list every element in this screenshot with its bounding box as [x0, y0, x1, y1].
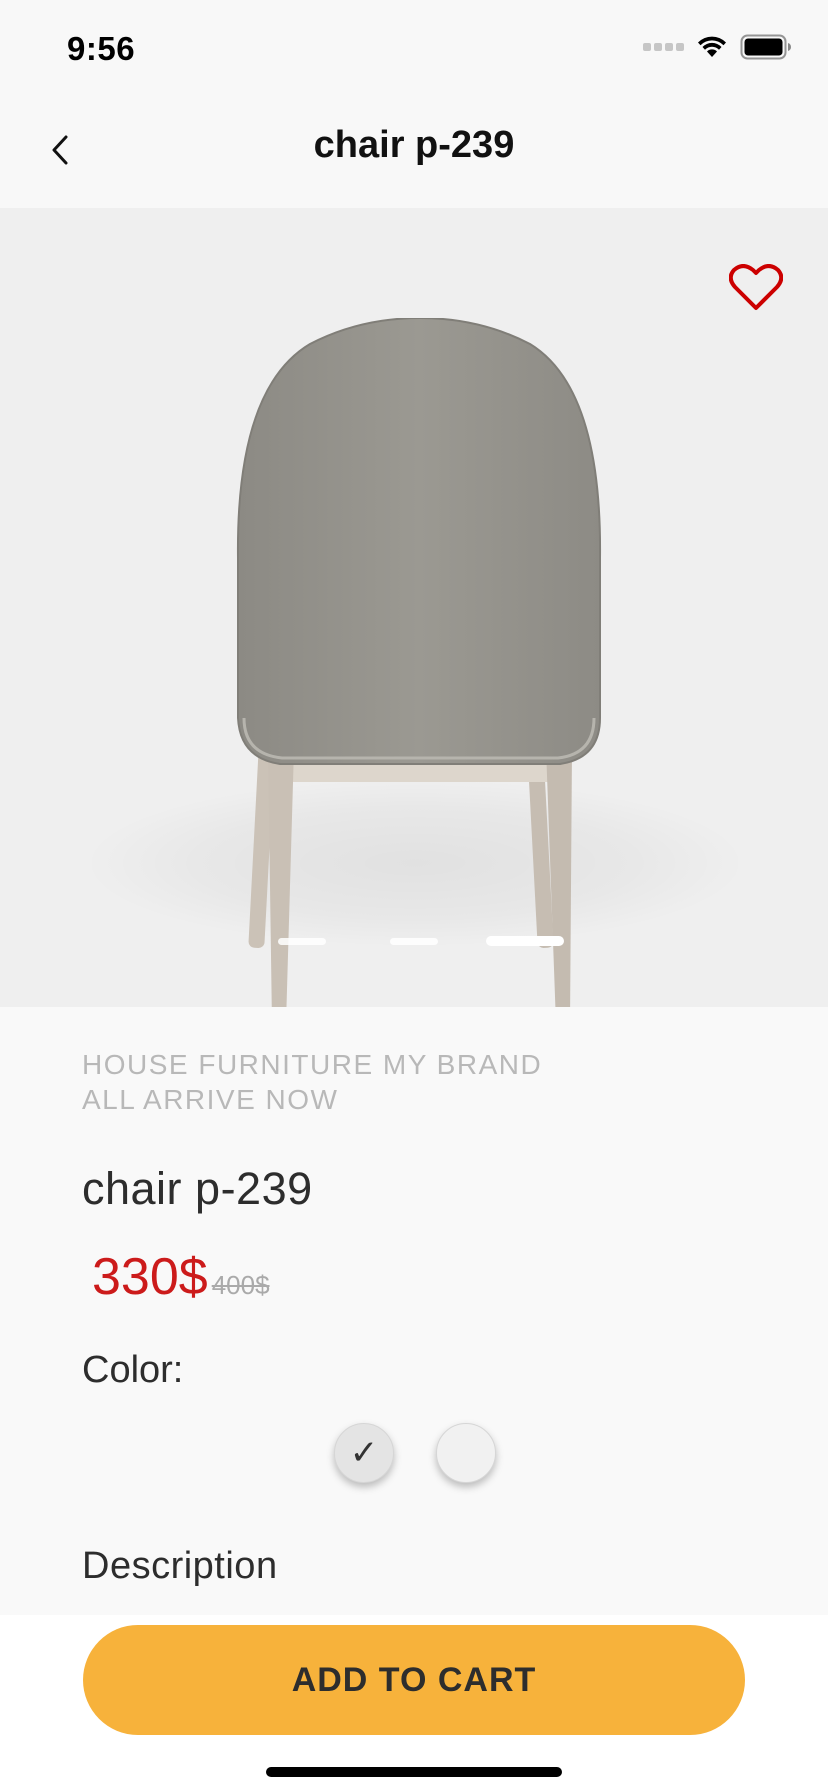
product-details: HOUSE FURNITURE MY BRAND ALL ARRIVE NOW … [0, 1007, 828, 1615]
navigation-bar: chair p-239 [0, 100, 828, 208]
chair-image [236, 318, 602, 1007]
product-name: chair p-239 [82, 1163, 313, 1214]
pager-dot[interactable] [390, 938, 438, 945]
page-title: chair p-239 [313, 124, 515, 166]
cellular-signal-icon [643, 43, 684, 51]
wifi-icon [696, 35, 728, 59]
price-current: 330$ [92, 1248, 208, 1306]
price-row: 330$ 400$ [92, 1247, 270, 1307]
status-bar: 9:56 [0, 0, 828, 100]
battery-icon [740, 34, 792, 60]
color-label: Color: [82, 1349, 184, 1391]
pager-dot-active[interactable] [486, 936, 564, 946]
color-swatch[interactable] [436, 1423, 496, 1483]
color-swatch-selected[interactable]: ✓ [334, 1423, 394, 1483]
description-heading: Description [82, 1545, 278, 1587]
add-to-cart-button[interactable]: ADD TO CART [83, 1625, 745, 1735]
brand-line: HOUSE FURNITURE MY BRAND [82, 1049, 543, 1080]
bottom-action-bar: ADD TO CART [0, 1615, 828, 1792]
product-image-gallery[interactable] [0, 208, 828, 1007]
checkmark-icon: ✓ [349, 1433, 379, 1473]
home-indicator [266, 1767, 562, 1777]
status-time: 9:56 [67, 30, 136, 67]
color-swatches: ✓ [334, 1423, 496, 1483]
favorite-button[interactable] [724, 256, 788, 320]
pager-dot[interactable] [278, 938, 326, 945]
status-icons [643, 34, 792, 60]
price-old: 400$ [211, 1270, 270, 1300]
heart-icon [729, 264, 783, 310]
brand-tagline: ALL ARRIVE NOW [82, 1084, 339, 1115]
